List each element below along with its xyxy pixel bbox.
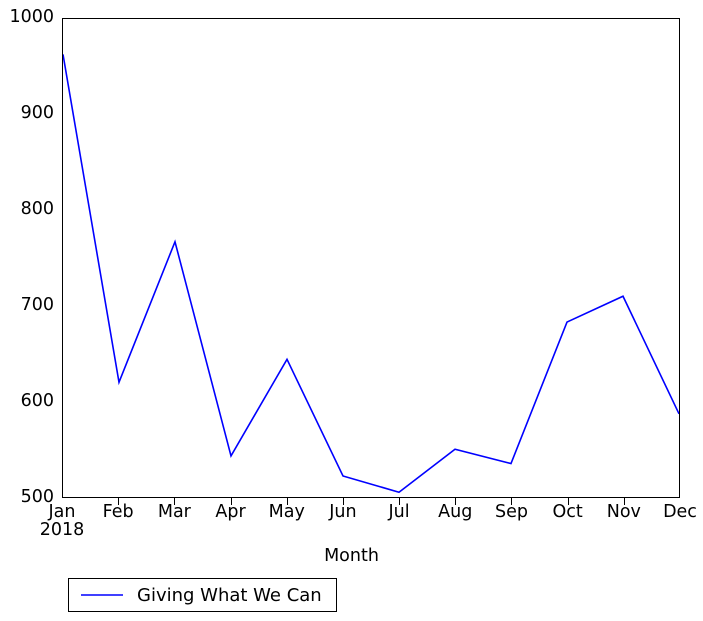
- legend-entry-label: Giving What We Can: [137, 584, 322, 606]
- x-axis-tick-month: Oct: [552, 502, 583, 522]
- x-axis-tick-year: 2018: [39, 520, 85, 541]
- x-axis-tick-month: Nov: [606, 502, 641, 522]
- x-axis-tick-month: May: [268, 502, 305, 522]
- x-axis-tick-label: Oct: [552, 503, 582, 521]
- chart-figure: 500 600 700 800 900 1000 Jan 2018 Feb Mar Apr May J…: [0, 0, 703, 621]
- y-axis-tick-label: 1000: [9, 7, 54, 27]
- x-axis-tick-label: Mar: [158, 503, 191, 521]
- x-axis-tick-label: Nov: [607, 503, 641, 521]
- plot-area: [62, 18, 680, 498]
- y-axis-tick-label: 900: [20, 103, 54, 123]
- x-axis-tick-month: Dec: [663, 502, 697, 522]
- y-axis-tick-label: 800: [20, 199, 54, 219]
- x-axis-tick-label: Jun: [329, 503, 356, 521]
- chart-legend: Giving What We Can: [68, 578, 337, 612]
- x-axis-tick-month: Mar: [157, 502, 191, 522]
- x-axis-tick-month: Jan: [48, 502, 76, 522]
- x-axis-tick-label: Sep: [495, 503, 528, 521]
- y-axis-tick-label: 700: [20, 295, 54, 315]
- x-axis-title: Month: [324, 546, 379, 566]
- x-axis-tick-month: Jun: [329, 502, 357, 522]
- x-axis-tick-month: Feb: [102, 502, 134, 522]
- x-axis-tick-label: Apr: [215, 503, 245, 521]
- legend-line-swatch: [81, 594, 123, 596]
- x-axis-tick-month: Sep: [494, 502, 528, 522]
- data-line-svg: [63, 54, 679, 494]
- y-axis-tick-label: 600: [20, 391, 54, 411]
- x-axis-tick-month: Apr: [215, 502, 246, 522]
- x-axis-tick-month: Aug: [438, 502, 473, 522]
- x-axis-tick-label: Feb: [103, 503, 134, 521]
- series-line-giving-what-we-can: [63, 54, 679, 494]
- x-axis-tick-month: Jul: [388, 502, 410, 522]
- x-axis-tick-label: Aug: [438, 503, 472, 521]
- x-axis-tick-label: Jul: [389, 503, 410, 521]
- x-axis-tick-label: May: [269, 503, 305, 521]
- x-axis-tick-label: Jan 2018: [40, 503, 85, 540]
- x-axis-tick-label: Dec: [663, 503, 697, 521]
